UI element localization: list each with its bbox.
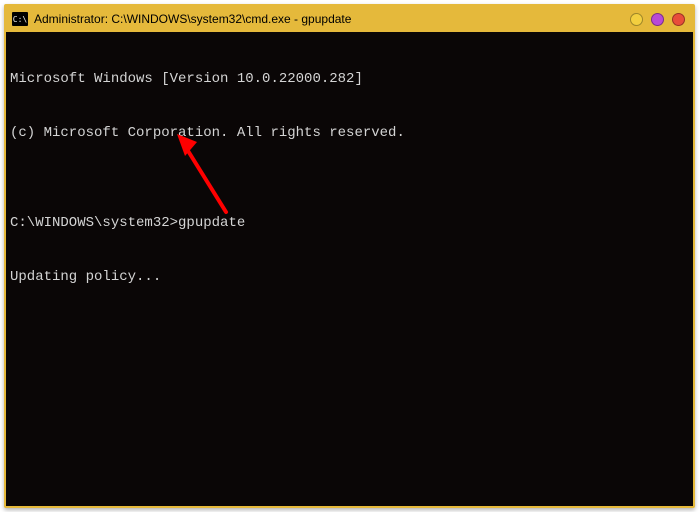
version-line: Microsoft Windows [Version 10.0.22000.28…: [10, 70, 689, 88]
annotation-arrow-icon: [171, 132, 241, 217]
command-text: gpupdate: [178, 215, 245, 231]
cmd-icon: C:\: [12, 12, 28, 26]
close-button[interactable]: [672, 13, 685, 26]
maximize-button[interactable]: [651, 13, 664, 26]
titlebar[interactable]: C:\ Administrator: C:\WINDOWS\system32\c…: [6, 6, 693, 32]
window-controls: [630, 13, 687, 26]
copyright-line: (c) Microsoft Corporation. All rights re…: [10, 124, 689, 142]
status-line: Updating policy...: [10, 268, 689, 286]
cmd-window: C:\ Administrator: C:\WINDOWS\system32\c…: [4, 4, 695, 508]
window-title: Administrator: C:\WINDOWS\system32\cmd.e…: [34, 12, 351, 26]
prompt-line: C:\WINDOWS\system32>gpupdate: [10, 214, 689, 232]
minimize-button[interactable]: [630, 13, 643, 26]
terminal-area[interactable]: Microsoft Windows [Version 10.0.22000.28…: [6, 32, 693, 506]
prompt-text: C:\WINDOWS\system32>: [10, 215, 178, 231]
